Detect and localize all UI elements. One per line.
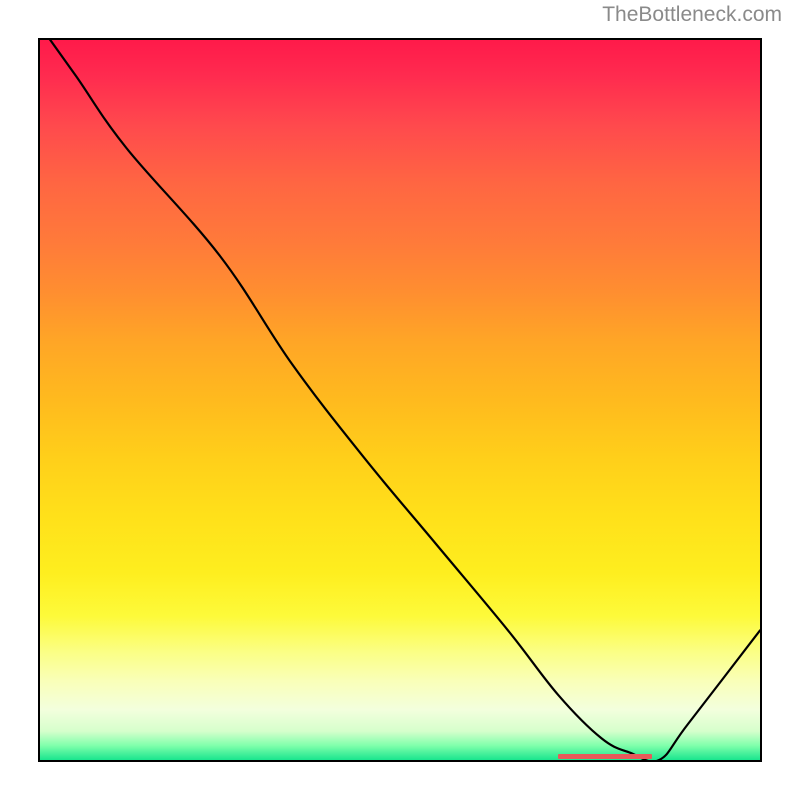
- optimal-range-marker: [558, 754, 652, 759]
- line-chart-svg: [40, 40, 760, 760]
- watermark-text: TheBottleneck.com: [602, 3, 782, 27]
- plot-area: [40, 40, 760, 760]
- data-curve: [40, 40, 760, 760]
- chart-container: [38, 38, 762, 762]
